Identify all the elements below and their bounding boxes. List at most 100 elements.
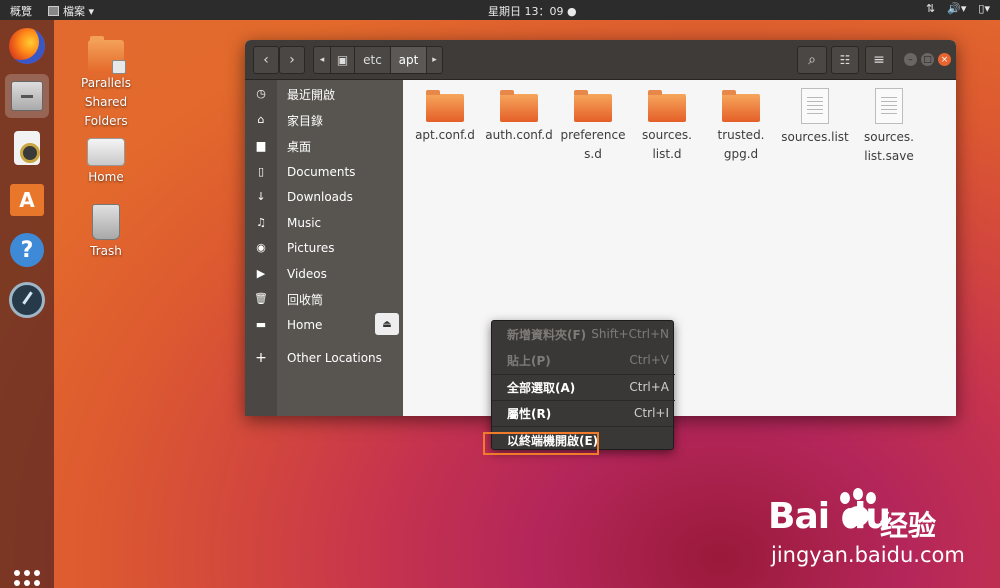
folder-item[interactable]: apt.conf.d (407, 90, 483, 145)
close-icon: × (940, 54, 949, 65)
file-label-line2: list.d (652, 147, 682, 161)
folder-item[interactable]: preference s.d (555, 90, 631, 164)
file-item[interactable]: sources.list (777, 88, 853, 147)
path-segment-apt[interactable]: apt (390, 47, 426, 73)
desktop-icon-label: Parallels Shared Folders (81, 76, 131, 128)
trash-icon (92, 204, 120, 240)
sidebar-item-label: Other Locations (287, 351, 382, 365)
sidebar-item-other-locations[interactable]: + Other Locations (245, 346, 403, 370)
file-label: sources.list (781, 130, 849, 144)
menu-item-paste[interactable]: 貼上(P) Ctrl+V (492, 347, 675, 373)
trash-icon: 🗑 (254, 292, 268, 305)
maximize-button[interactable]: □ (921, 53, 934, 66)
chevron-right-icon: › (289, 52, 295, 68)
menu-button[interactable]: ≡ (865, 46, 893, 74)
file-cabinet-icon (48, 6, 59, 16)
folder-icon (648, 90, 686, 122)
desktop-icon-home[interactable]: Home (66, 138, 146, 187)
back-button[interactable]: ‹ (253, 46, 279, 74)
highlight-annotation (483, 432, 599, 455)
clock[interactable]: 星期日 13：09 ● (488, 3, 577, 19)
videos-icon: ▶ (256, 267, 266, 280)
menu-item-properties[interactable]: 屬性(R) Ctrl+I (492, 400, 675, 426)
show-applications-icon[interactable] (14, 570, 40, 588)
shared-folder-icon (88, 36, 126, 74)
sidebar-item-music[interactable]: ♫ Music (245, 211, 403, 235)
menu-item-shortcut: Shift+Ctrl+N (591, 327, 669, 341)
system-tray[interactable]: ⇅ 🔊▾ ▯▾ (926, 2, 990, 15)
minimize-button[interactable]: – (904, 53, 917, 66)
menu-item-select-all[interactable]: 全部選取(A) Ctrl+A (492, 374, 675, 400)
menu-item-label: 屬性(R) (507, 406, 552, 421)
breadcrumb: ◂ ▣ etc apt ▸ (313, 46, 443, 74)
network-icon[interactable]: ⇅ (926, 2, 935, 15)
header-bar: ‹ › ◂ ▣ etc apt ▸ ⌕ ☷ ≡ – □ × (245, 40, 956, 80)
file-label-line2: s.d (584, 147, 602, 161)
path-scroll-right-icon[interactable]: ▸ (426, 47, 442, 73)
minimize-icon: – (908, 54, 913, 65)
menu-item-new-folder[interactable]: 新增資料夾(F) Shift+Ctrl+N (492, 321, 675, 347)
sidebar-item-pictures[interactable]: ◉ Pictures (245, 236, 403, 260)
file-view[interactable]: apt.conf.d auth.conf.d preference s.d so… (403, 80, 956, 416)
close-button[interactable]: × (938, 53, 951, 66)
folder-icon (500, 90, 538, 122)
folder-icon (722, 90, 760, 122)
path-scroll-left-icon[interactable]: ◂ (314, 47, 330, 73)
firefox-icon[interactable] (5, 24, 49, 68)
file-label-line2: gpg.d (723, 147, 759, 161)
top-bar: 概覽 檔案 ▾ 星期日 13：09 ● ⇅ 🔊▾ ▯▾ (0, 0, 1000, 20)
file-item[interactable]: sources. list.save (851, 88, 927, 166)
app-menu[interactable]: 檔案 ▾ (48, 3, 94, 19)
documents-icon: ▯ (257, 165, 265, 178)
desktop-icon-parallels[interactable]: Parallels Shared Folders (66, 36, 146, 131)
sidebar-item-videos[interactable]: ▶ Videos (245, 262, 403, 286)
eject-button[interactable]: ⏏ (375, 313, 399, 335)
sidebar-item-desktop[interactable]: ▆ 桌面 (245, 134, 403, 158)
app-menu-label: 檔案 ▾ (63, 5, 95, 18)
desktop-icon-trash[interactable]: Trash (66, 204, 146, 261)
forward-button[interactable]: › (279, 46, 305, 74)
sidebar-item-home[interactable]: ⌂ 家目錄 (245, 108, 403, 132)
watermark-url: jingyan.baidu.com (771, 543, 965, 567)
folder-item[interactable]: trusted. gpg.d (703, 90, 779, 164)
folder-icon (426, 90, 464, 122)
volume-icon[interactable]: 🔊▾ (947, 2, 966, 15)
files-icon[interactable] (5, 74, 49, 118)
file-label: auth.conf.d (485, 128, 553, 142)
file-label: trusted. (717, 128, 765, 142)
activities-button[interactable]: 概覽 (10, 3, 32, 19)
menu-item-label: 貼上(P) (507, 353, 551, 368)
sidebar-item-documents[interactable]: ▯ Documents (245, 160, 403, 184)
sidebar-item-downloads[interactable]: ↓ Downloads (245, 185, 403, 209)
ubuntu-software-icon[interactable]: A (5, 178, 49, 222)
maximize-icon: □ (923, 54, 932, 65)
help-icon[interactable]: ? (5, 228, 49, 272)
file-label: sources. (642, 128, 692, 142)
battery-icon[interactable]: ▯▾ (978, 2, 990, 15)
desktop-icon-label: Home (88, 170, 124, 184)
sidebar-item-home-drive[interactable]: ▬ Home ⏏ (245, 313, 403, 337)
context-menu: 新增資料夾(F) Shift+Ctrl+N 貼上(P) Ctrl+V 全部選取(… (491, 320, 675, 450)
search-button[interactable]: ⌕ (797, 46, 827, 74)
recent-icon: ◷ (256, 87, 266, 100)
folder-item[interactable]: sources. list.d (629, 90, 705, 164)
rhythmbox-icon[interactable] (5, 126, 49, 170)
desktop-icon-label: Trash (90, 244, 122, 258)
disk-icon[interactable] (5, 278, 49, 322)
folder-item[interactable]: auth.conf.d (481, 90, 557, 145)
dock: A ? (0, 20, 54, 588)
file-label: sources. (864, 130, 914, 144)
music-icon: ♫ (256, 216, 266, 229)
sidebar-item-label: Videos (287, 267, 327, 281)
menu-item-shortcut: Ctrl+V (629, 353, 669, 367)
menu-item-shortcut: Ctrl+A (629, 380, 669, 394)
menu-item-label: 全部選取(A) (507, 380, 576, 395)
sidebar-item-recent[interactable]: ◷ 最近開啟 (245, 82, 403, 106)
sidebar-item-label: Documents (287, 165, 356, 179)
path-segment-etc[interactable]: etc (354, 47, 390, 73)
view-toggle-button[interactable]: ☷ (831, 46, 859, 74)
file-label-line2: list.save (864, 149, 914, 163)
sidebar-item-trash[interactable]: 🗑 回收筒 (245, 287, 403, 311)
root-drive-icon[interactable]: ▣ (330, 47, 354, 73)
watermark-logo: Bai du (768, 496, 891, 537)
